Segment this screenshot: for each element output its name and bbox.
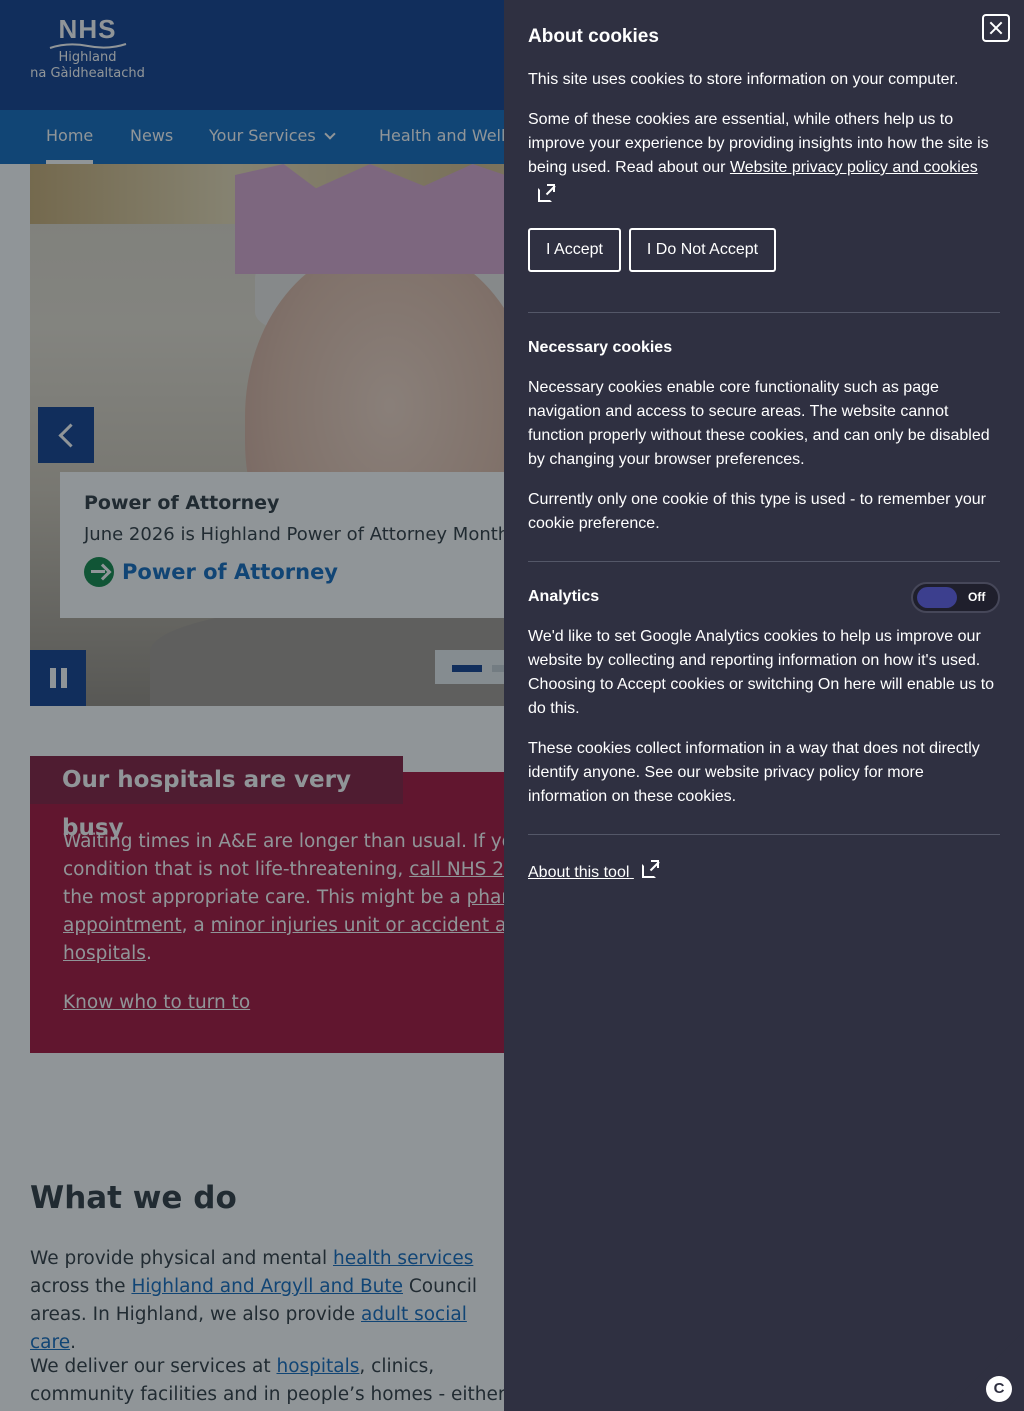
privacy-policy-link[interactable]: Website privacy policy and cookies <box>730 159 978 176</box>
necessary-cookies-text: Necessary cookies enable core functional… <box>528 379 990 468</box>
toggle-knob <box>917 587 957 608</box>
external-link-icon <box>538 184 555 202</box>
analytics-toggle[interactable]: Off <box>911 582 1000 613</box>
necessary-cookies-heading: Necessary cookies <box>528 339 673 356</box>
section-divider <box>528 834 1000 835</box>
necessary-cookies-note: Currently only one cookie of this type i… <box>528 491 986 532</box>
cookie-intro-2: Some of these cookies are essential, whi… <box>528 108 1000 209</box>
about-this-tool-label: About this tool <box>528 864 630 881</box>
analytics-note: These cookies collect information in a w… <box>528 740 980 805</box>
analytics-heading: Analytics <box>528 588 600 605</box>
analytics-toggle-label: Off <box>968 590 986 604</box>
accept-cookies-button[interactable]: I Accept <box>528 228 621 272</box>
reject-cookies-button[interactable]: I Do Not Accept <box>629 228 776 272</box>
analytics-text: We'd like to set Google Analytics cookie… <box>528 628 995 717</box>
cookie-intro: This site uses cookies to store informat… <box>528 71 959 88</box>
cookie-settings-icon[interactable]: C <box>986 1376 1012 1402</box>
section-divider <box>528 561 1000 562</box>
section-divider <box>528 312 1000 313</box>
about-this-tool-link[interactable]: About this tool <box>528 860 659 882</box>
external-link-icon <box>641 860 659 878</box>
cookie-control-panel: About cookies This site uses cookies to … <box>504 0 1024 1411</box>
close-icon[interactable] <box>982 14 1010 42</box>
cookie-panel-title: About cookies <box>528 26 659 47</box>
